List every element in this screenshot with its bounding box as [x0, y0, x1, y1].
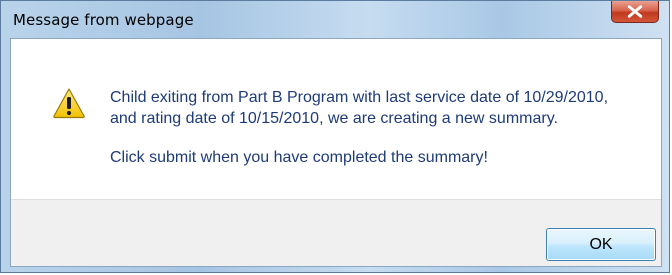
message-line-3: Click submit when you have completed the… [110, 149, 488, 166]
button-bar: OK [11, 199, 661, 266]
message-area: Child exiting from Part B Program with l… [11, 39, 661, 199]
dialog-title: Message from webpage [13, 11, 194, 29]
message-line-2: and rating date of 10/15/2010, we are cr… [110, 110, 558, 127]
title-bar[interactable]: Message from webpage [1, 1, 671, 38]
message-line-1: Child exiting from Part B Program with l… [110, 89, 609, 106]
warning-icon [53, 88, 85, 119]
dialog-window: Message from webpage Child exiting from … [0, 0, 670, 273]
ok-button[interactable]: OK [546, 228, 656, 261]
close-button[interactable] [611, 1, 659, 23]
close-icon [627, 5, 643, 18]
dialog-body: Child exiting from Part B Program with l… [10, 38, 662, 267]
